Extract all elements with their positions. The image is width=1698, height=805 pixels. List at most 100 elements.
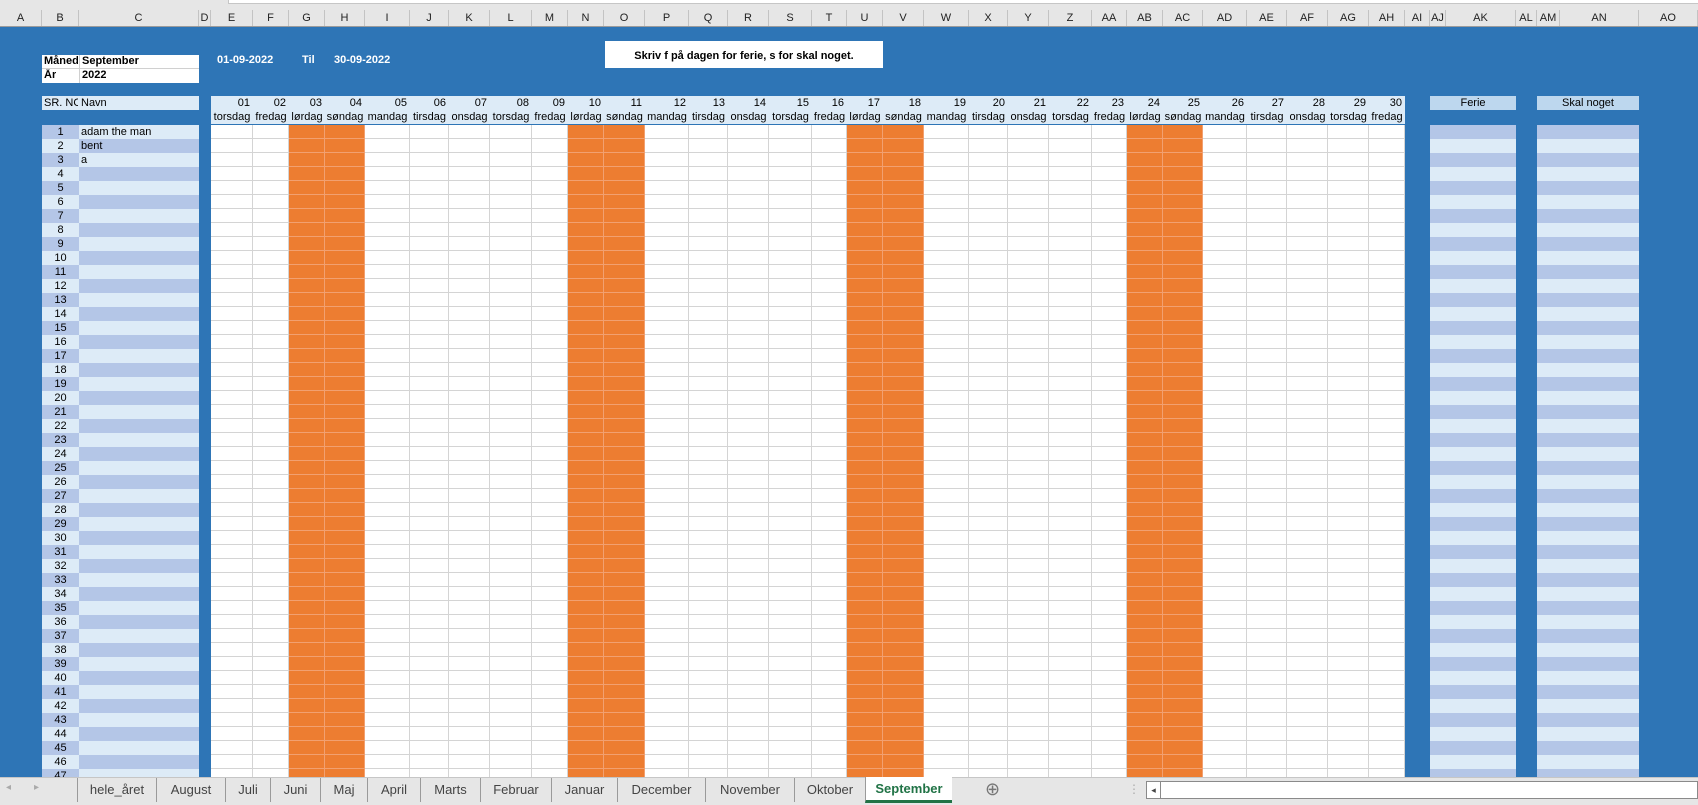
weekend-day-cell[interactable] — [604, 601, 645, 615]
day-cell[interactable] — [1247, 587, 1287, 601]
day-cell[interactable] — [1287, 293, 1328, 307]
weekend-day-cell[interactable] — [568, 237, 604, 251]
day-cell[interactable] — [728, 531, 769, 545]
day-cell[interactable] — [1203, 279, 1247, 293]
day-cell[interactable] — [1092, 657, 1127, 671]
weekend-day-cell[interactable] — [325, 433, 365, 447]
day-cell[interactable] — [490, 615, 532, 629]
day-cell[interactable] — [769, 573, 812, 587]
weekend-day-cell[interactable] — [568, 167, 604, 181]
day-cell[interactable] — [1287, 223, 1328, 237]
day-cell[interactable] — [1247, 769, 1287, 777]
weekend-day-cell[interactable] — [604, 209, 645, 223]
sr-no-cell[interactable]: 23 — [42, 433, 79, 447]
ferie-count-cell[interactable] — [1430, 307, 1516, 321]
skal-noget-count-cell[interactable] — [1537, 713, 1639, 727]
day-cell[interactable] — [1369, 377, 1405, 391]
weekend-day-cell[interactable] — [883, 657, 924, 671]
day-cell[interactable] — [449, 559, 490, 573]
day-cell[interactable] — [969, 433, 1008, 447]
day-cell[interactable] — [253, 727, 289, 741]
day-cell[interactable] — [253, 125, 289, 139]
weekend-day-cell[interactable] — [883, 769, 924, 777]
weekend-day-cell[interactable] — [568, 573, 604, 587]
ferie-count-cell[interactable] — [1430, 713, 1516, 727]
day-cell[interactable] — [490, 139, 532, 153]
day-cell[interactable] — [365, 461, 410, 475]
sr-no-cell[interactable]: 43 — [42, 713, 79, 727]
day-cell[interactable] — [365, 629, 410, 643]
day-cell[interactable] — [1328, 139, 1369, 153]
day-cell[interactable] — [812, 377, 847, 391]
day-cell[interactable] — [532, 503, 568, 517]
day-cell[interactable] — [1092, 237, 1127, 251]
day-cell[interactable] — [211, 559, 253, 573]
day-cell[interactable] — [490, 419, 532, 433]
day-cell[interactable] — [1287, 629, 1328, 643]
day-cell[interactable] — [1369, 237, 1405, 251]
weekend-day-cell[interactable] — [1163, 195, 1203, 209]
day-cell[interactable] — [365, 587, 410, 601]
weekend-day-cell[interactable] — [325, 685, 365, 699]
day-cell[interactable] — [728, 195, 769, 209]
day-cell[interactable] — [1203, 545, 1247, 559]
weekend-day-cell[interactable] — [604, 657, 645, 671]
day-cell[interactable] — [490, 391, 532, 405]
day-cell[interactable] — [1287, 643, 1328, 657]
weekend-day-cell[interactable] — [1127, 167, 1163, 181]
weekend-day-cell[interactable] — [1163, 307, 1203, 321]
sr-no-cell[interactable]: 40 — [42, 671, 79, 685]
day-cell[interactable] — [1049, 223, 1092, 237]
day-cell[interactable] — [1369, 601, 1405, 615]
day-cell[interactable] — [1203, 447, 1247, 461]
skal-noget-count-cell[interactable] — [1537, 629, 1639, 643]
weekend-day-cell[interactable] — [1127, 531, 1163, 545]
day-cell[interactable] — [365, 517, 410, 531]
day-cell[interactable] — [924, 377, 969, 391]
day-cell[interactable] — [689, 419, 728, 433]
column-header-a[interactable]: A — [0, 10, 42, 26]
weekend-day-cell[interactable] — [568, 335, 604, 349]
day-cell[interactable] — [728, 699, 769, 713]
weekend-day-cell[interactable] — [1127, 699, 1163, 713]
weekend-day-cell[interactable] — [1163, 475, 1203, 489]
day-cell[interactable] — [410, 293, 449, 307]
day-cell[interactable] — [645, 209, 689, 223]
day-cell[interactable] — [211, 531, 253, 545]
skal-noget-count-cell[interactable] — [1537, 377, 1639, 391]
weekend-day-cell[interactable] — [325, 517, 365, 531]
day-cell[interactable] — [1203, 615, 1247, 629]
weekend-day-cell[interactable] — [883, 531, 924, 545]
day-cell[interactable] — [449, 615, 490, 629]
day-cell[interactable] — [449, 349, 490, 363]
day-cell[interactable] — [1247, 433, 1287, 447]
day-cell[interactable] — [410, 755, 449, 769]
day-cell[interactable] — [1092, 769, 1127, 777]
weekend-day-cell[interactable] — [568, 419, 604, 433]
day-cell[interactable] — [1369, 335, 1405, 349]
day-cell[interactable] — [1008, 475, 1049, 489]
day-cell[interactable] — [1328, 573, 1369, 587]
day-cell[interactable] — [645, 685, 689, 699]
day-cell[interactable] — [211, 587, 253, 601]
day-cell[interactable] — [1049, 293, 1092, 307]
weekend-day-cell[interactable] — [1163, 391, 1203, 405]
sr-no-cell[interactable]: 21 — [42, 405, 79, 419]
day-cell[interactable] — [532, 531, 568, 545]
day-cell[interactable] — [1247, 251, 1287, 265]
day-cell[interactable] — [211, 419, 253, 433]
day-cell[interactable] — [365, 307, 410, 321]
weekend-day-cell[interactable] — [568, 125, 604, 139]
day-cell[interactable] — [1203, 713, 1247, 727]
day-cell[interactable] — [365, 195, 410, 209]
weekend-day-cell[interactable] — [847, 475, 883, 489]
day-cell[interactable] — [449, 195, 490, 209]
sr-no-cell[interactable]: 19 — [42, 377, 79, 391]
ferie-count-cell[interactable] — [1430, 321, 1516, 335]
weekend-day-cell[interactable] — [1127, 293, 1163, 307]
day-cell[interactable] — [532, 209, 568, 223]
weekend-day-cell[interactable] — [568, 293, 604, 307]
weekend-day-cell[interactable] — [1163, 209, 1203, 223]
day-cell[interactable] — [924, 727, 969, 741]
ferie-count-cell[interactable] — [1430, 699, 1516, 713]
